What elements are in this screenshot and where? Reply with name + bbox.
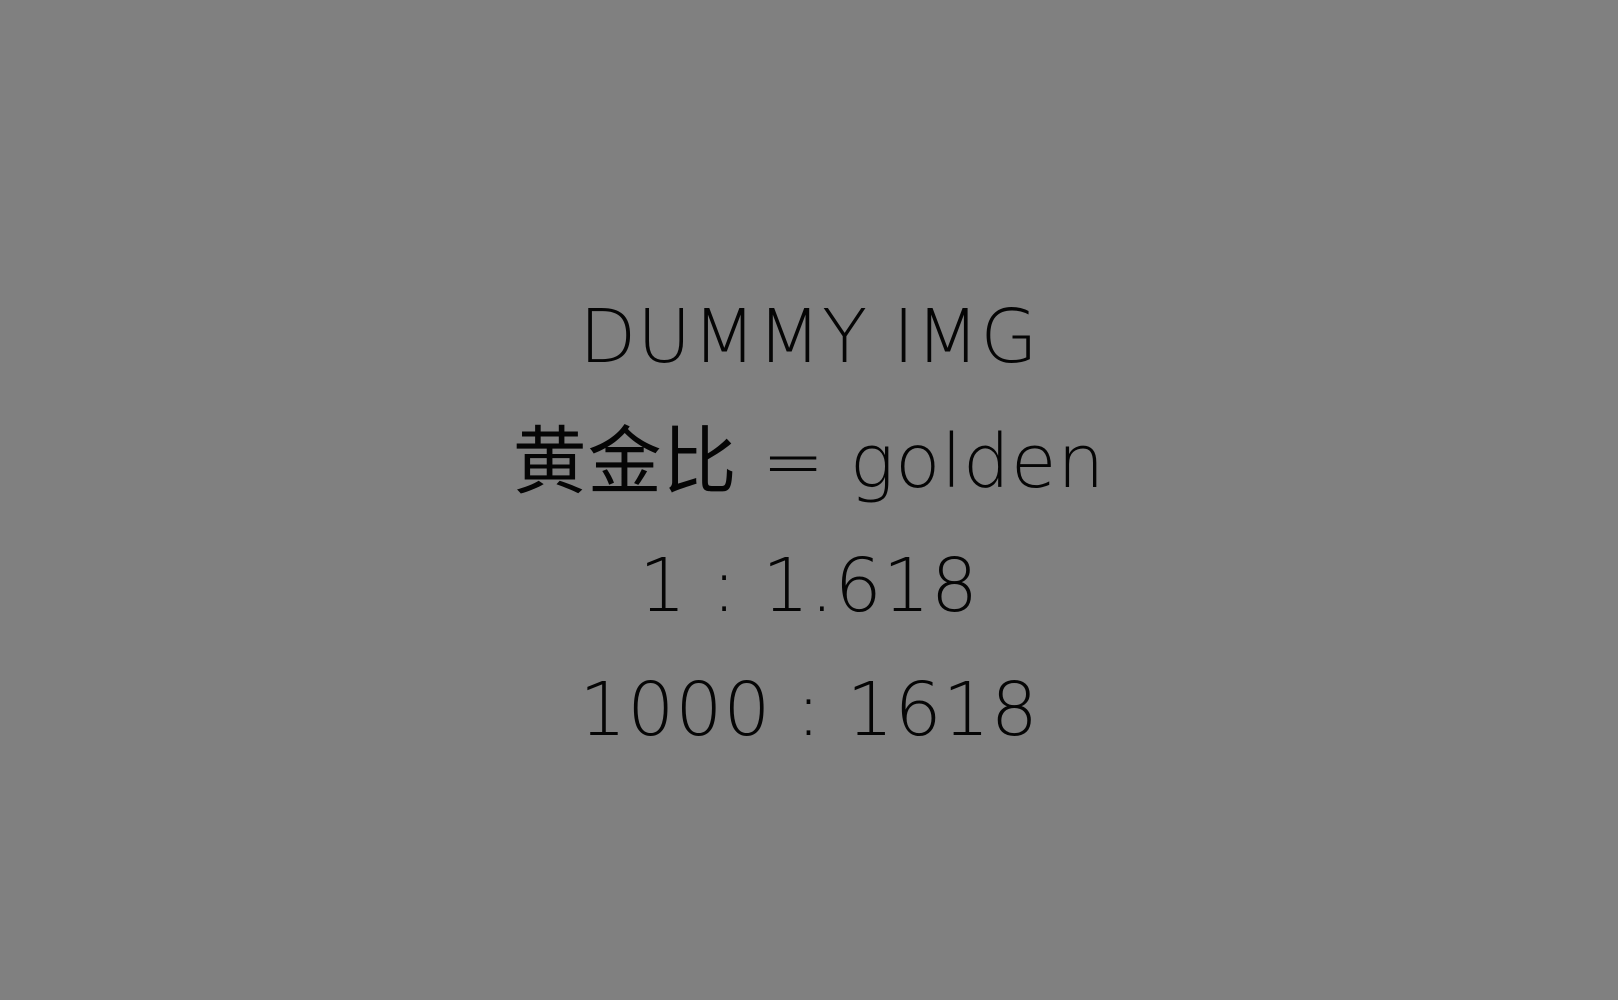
ratio-label: 黄金比 = golden bbox=[512, 419, 1106, 505]
ratio-short: 1 : 1.618 bbox=[639, 543, 979, 629]
ratio-full: 1000 : 1618 bbox=[579, 667, 1039, 753]
dummy-image-placeholder: DUMMY IMG 黄金比 = golden 1 : 1.618 1000 : … bbox=[0, 0, 1618, 1000]
placeholder-title: DUMMY IMG bbox=[579, 294, 1039, 380]
